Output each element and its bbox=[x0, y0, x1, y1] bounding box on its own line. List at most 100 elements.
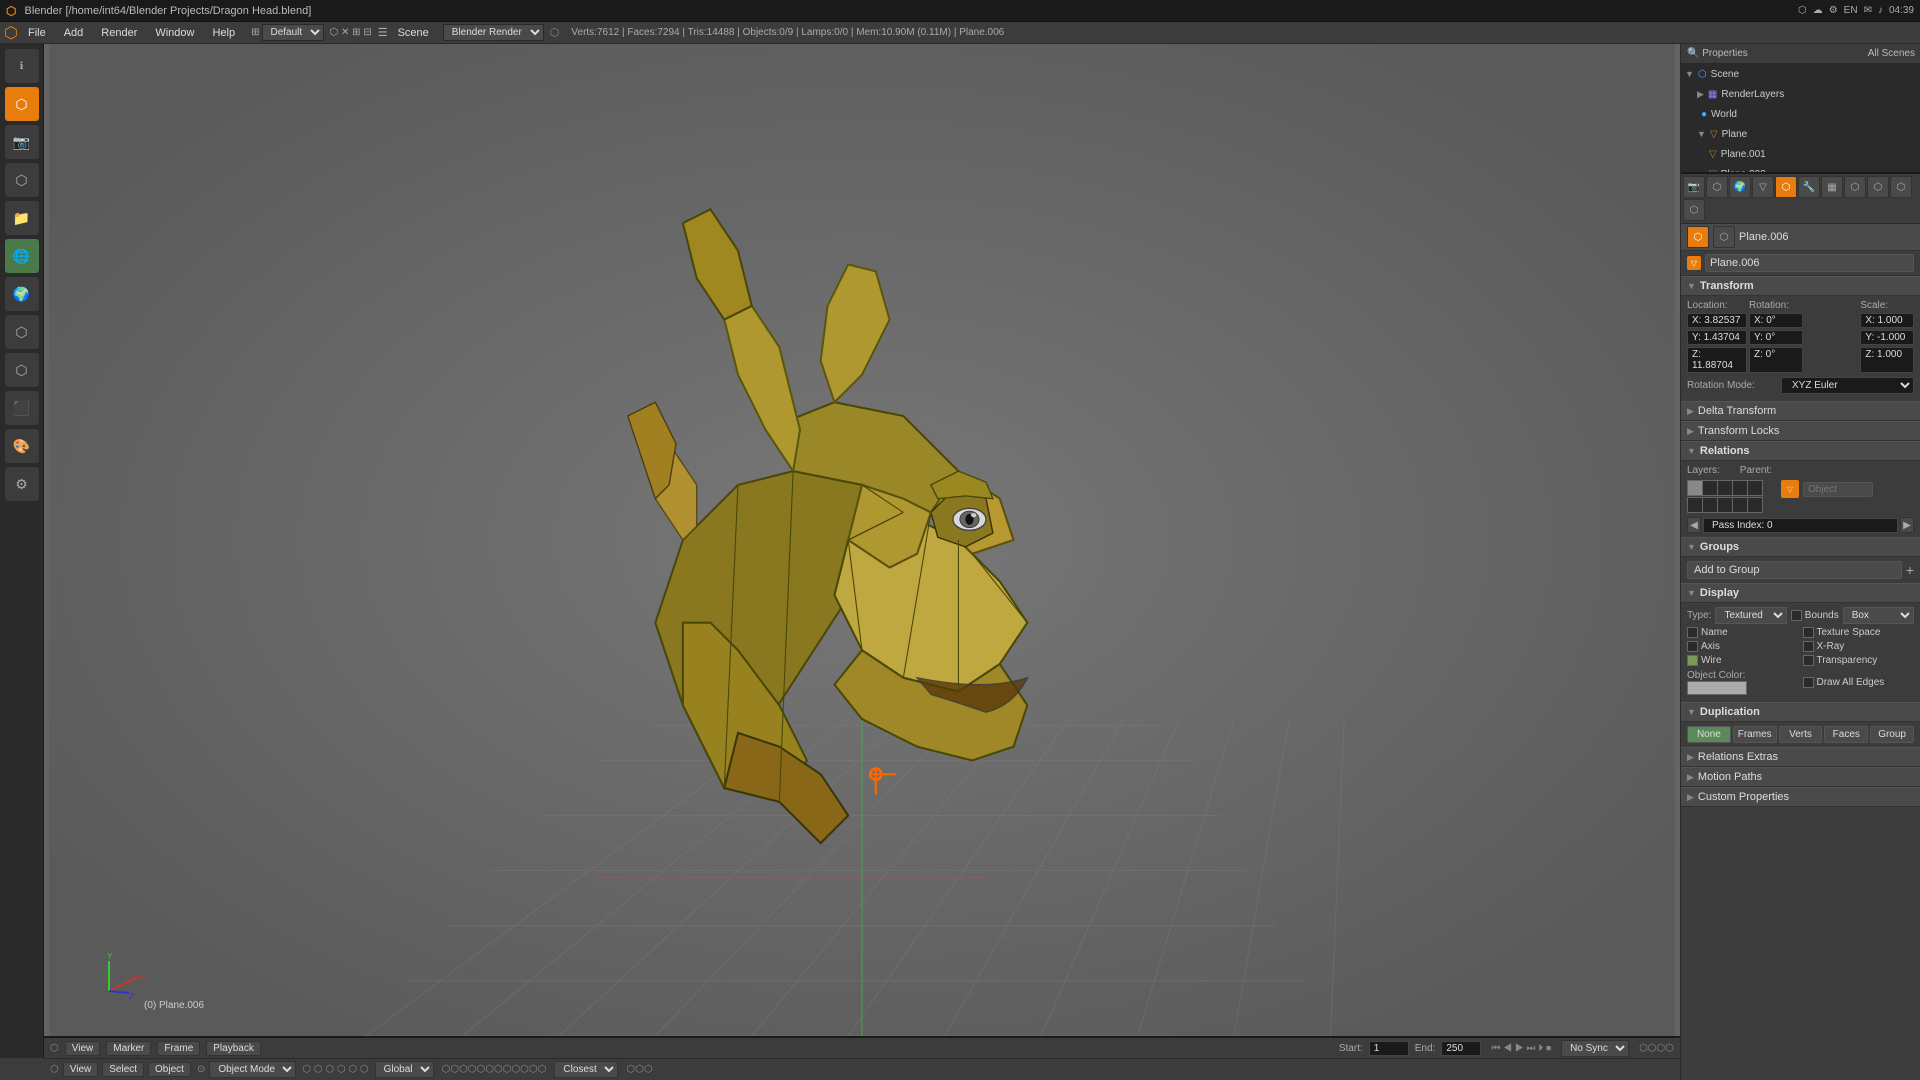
select-menu-btn[interactable]: Select bbox=[102, 1062, 144, 1077]
scale-y-field[interactable]: Y: -1.000 bbox=[1860, 330, 1914, 345]
bounds-checkbox[interactable] bbox=[1791, 610, 1802, 621]
dup-faces-btn[interactable]: Faces bbox=[1824, 726, 1868, 743]
tl-frame-btn[interactable]: Frame bbox=[157, 1041, 200, 1056]
relations-extras-header[interactable]: ▶ Relations Extras bbox=[1681, 747, 1920, 767]
start-frame-input[interactable] bbox=[1369, 1041, 1409, 1056]
tl-playback-btn[interactable]: Playback bbox=[206, 1041, 261, 1056]
menu-file[interactable]: File bbox=[20, 25, 54, 41]
wire-checkbox[interactable] bbox=[1687, 655, 1698, 666]
obj-name-input[interactable] bbox=[1705, 254, 1914, 272]
transparency-checkbox[interactable] bbox=[1803, 655, 1814, 666]
object-props-btn[interactable]: ▽ bbox=[1752, 176, 1774, 198]
scale-x-field[interactable]: X: 1.000 bbox=[1860, 313, 1914, 328]
obj-icon-btn[interactable]: ⬡ bbox=[1687, 226, 1709, 248]
transform-locks-header[interactable]: ▶ Transform Locks bbox=[1681, 421, 1920, 441]
view-menu-btn[interactable]: View bbox=[63, 1062, 99, 1077]
parent-input[interactable] bbox=[1803, 482, 1873, 497]
pass-index-value[interactable]: Pass Index: 0 bbox=[1703, 518, 1898, 533]
dup-frames-btn[interactable]: Frames bbox=[1733, 726, 1777, 743]
scene-btn[interactable]: ⬡ bbox=[4, 86, 40, 122]
particle-props-btn[interactable]: ⬡ bbox=[1890, 176, 1912, 198]
texture-space-checkbox[interactable] bbox=[1803, 627, 1814, 638]
rot-z-field[interactable]: Z: 0° bbox=[1749, 347, 1803, 373]
motion-paths-header[interactable]: ▶ Motion Paths bbox=[1681, 767, 1920, 787]
render-btn[interactable]: 📷 bbox=[4, 124, 40, 160]
custom-properties-header[interactable]: ▶ Custom Properties bbox=[1681, 787, 1920, 807]
delta-transform-header[interactable]: ▶ Delta Transform bbox=[1681, 401, 1920, 421]
dup-none-btn[interactable]: None bbox=[1687, 726, 1731, 743]
layer-9[interactable] bbox=[1732, 497, 1748, 513]
bounds-type-select[interactable]: Box bbox=[1843, 607, 1914, 624]
obj-color-swatch[interactable] bbox=[1687, 681, 1747, 695]
layer-7[interactable] bbox=[1702, 497, 1718, 513]
browser-btn[interactable]: 🌐 bbox=[4, 238, 40, 274]
rot-x-field[interactable]: X: 0° bbox=[1749, 313, 1803, 328]
layer-6[interactable] bbox=[1687, 497, 1703, 513]
dup-verts-btn[interactable]: Verts bbox=[1779, 726, 1823, 743]
outliner-plane001[interactable]: ▽ Plane.001 bbox=[1705, 144, 1920, 164]
axis-checkbox[interactable] bbox=[1687, 641, 1698, 652]
layer-5[interactable] bbox=[1747, 480, 1763, 496]
name-checkbox[interactable] bbox=[1687, 627, 1698, 638]
menu-window[interactable]: Window bbox=[147, 25, 202, 41]
filebrowser-btn[interactable]: 📁 bbox=[4, 200, 40, 236]
constraint-icon-btn[interactable]: ⬡ bbox=[1713, 226, 1735, 248]
physics-props-btn[interactable]: ⬡ bbox=[1683, 199, 1705, 221]
end-frame-input[interactable] bbox=[1441, 1041, 1481, 1056]
data-props-btn[interactable]: ▦ bbox=[1821, 176, 1843, 198]
tool1-btn[interactable]: ⬡ bbox=[4, 314, 40, 350]
layer-2[interactable] bbox=[1702, 480, 1718, 496]
steam-btn[interactable]: ⚙ bbox=[4, 466, 40, 502]
outliner-world[interactable]: ● World bbox=[1693, 104, 1920, 124]
pass-index-dec[interactable]: ◀ bbox=[1687, 517, 1701, 533]
pass-index-inc[interactable]: ▶ bbox=[1900, 517, 1914, 533]
info-btn[interactable]: ℹ bbox=[4, 48, 40, 84]
relations-section-header[interactable]: ▼ Relations bbox=[1681, 441, 1920, 461]
layer-3[interactable] bbox=[1717, 480, 1733, 496]
render-engine-select[interactable]: Blender Render bbox=[443, 24, 544, 41]
outliner-plane[interactable]: ▼ ▽ Plane bbox=[1693, 124, 1920, 144]
tl-view-btn[interactable]: View bbox=[65, 1041, 101, 1056]
outliner-plane002[interactable]: ▽ Plane.002 bbox=[1705, 164, 1920, 174]
modifier-props-btn[interactable]: 🔧 bbox=[1798, 176, 1820, 198]
loc-y-field[interactable]: Y: 1.43704 bbox=[1687, 330, 1747, 345]
menu-render[interactable]: Render bbox=[93, 25, 145, 41]
tl-marker-btn[interactable]: Marker bbox=[106, 1041, 151, 1056]
layout-select[interactable]: Default bbox=[262, 24, 324, 41]
rotation-mode-select[interactable]: XYZ Euler bbox=[1781, 377, 1914, 394]
compositor-btn[interactable]: ⬡ bbox=[4, 162, 40, 198]
loc-z-field[interactable]: Z: 11.88704 bbox=[1687, 347, 1747, 373]
world-btn[interactable]: 🌍 bbox=[4, 276, 40, 312]
layer-10[interactable] bbox=[1747, 497, 1763, 513]
scene-label[interactable]: Scene bbox=[390, 25, 437, 41]
material-props-btn[interactable]: ⬡ bbox=[1844, 176, 1866, 198]
render-props-btn[interactable]: 📷 bbox=[1683, 176, 1705, 198]
dup-group-btn[interactable]: Group bbox=[1870, 726, 1914, 743]
xray-checkbox[interactable] bbox=[1803, 641, 1814, 652]
layer-4[interactable] bbox=[1732, 480, 1748, 496]
tool2-btn[interactable]: ⬡ bbox=[4, 352, 40, 388]
global-select[interactable]: Global bbox=[375, 1061, 434, 1078]
duplication-section-header[interactable]: ▼ Duplication bbox=[1681, 702, 1920, 722]
display-type-select[interactable]: Textured bbox=[1715, 607, 1786, 624]
layer-1[interactable] bbox=[1687, 480, 1703, 496]
scene-props-btn[interactable]: ⬡ bbox=[1706, 176, 1728, 198]
sync-select[interactable]: No Sync bbox=[1561, 1040, 1629, 1057]
world-props-btn[interactable]: 🌍 bbox=[1729, 176, 1751, 198]
draw-all-edges-checkbox[interactable] bbox=[1803, 677, 1814, 688]
terminal-btn[interactable]: ⬛ bbox=[4, 390, 40, 426]
groups-add-icon[interactable]: + bbox=[1906, 562, 1914, 578]
groups-section-header[interactable]: ▼ Groups bbox=[1681, 537, 1920, 557]
display-section-header[interactable]: ▼ Display bbox=[1681, 583, 1920, 603]
object-menu-btn[interactable]: Object bbox=[148, 1062, 191, 1077]
paint-btn[interactable]: 🎨 bbox=[4, 428, 40, 464]
texture-props-btn[interactable]: ⬡ bbox=[1867, 176, 1889, 198]
layer-8[interactable] bbox=[1717, 497, 1733, 513]
rot-y-field[interactable]: Y: 0° bbox=[1749, 330, 1803, 345]
menu-help[interactable]: Help bbox=[204, 25, 243, 41]
scale-z-field[interactable]: Z: 1.000 bbox=[1860, 347, 1914, 373]
menu-add[interactable]: Add bbox=[56, 25, 92, 41]
add-to-group-button[interactable]: Add to Group bbox=[1687, 561, 1902, 579]
snap-select[interactable]: Closest bbox=[554, 1061, 618, 1078]
loc-x-field[interactable]: X: 3.82537 bbox=[1687, 313, 1747, 328]
